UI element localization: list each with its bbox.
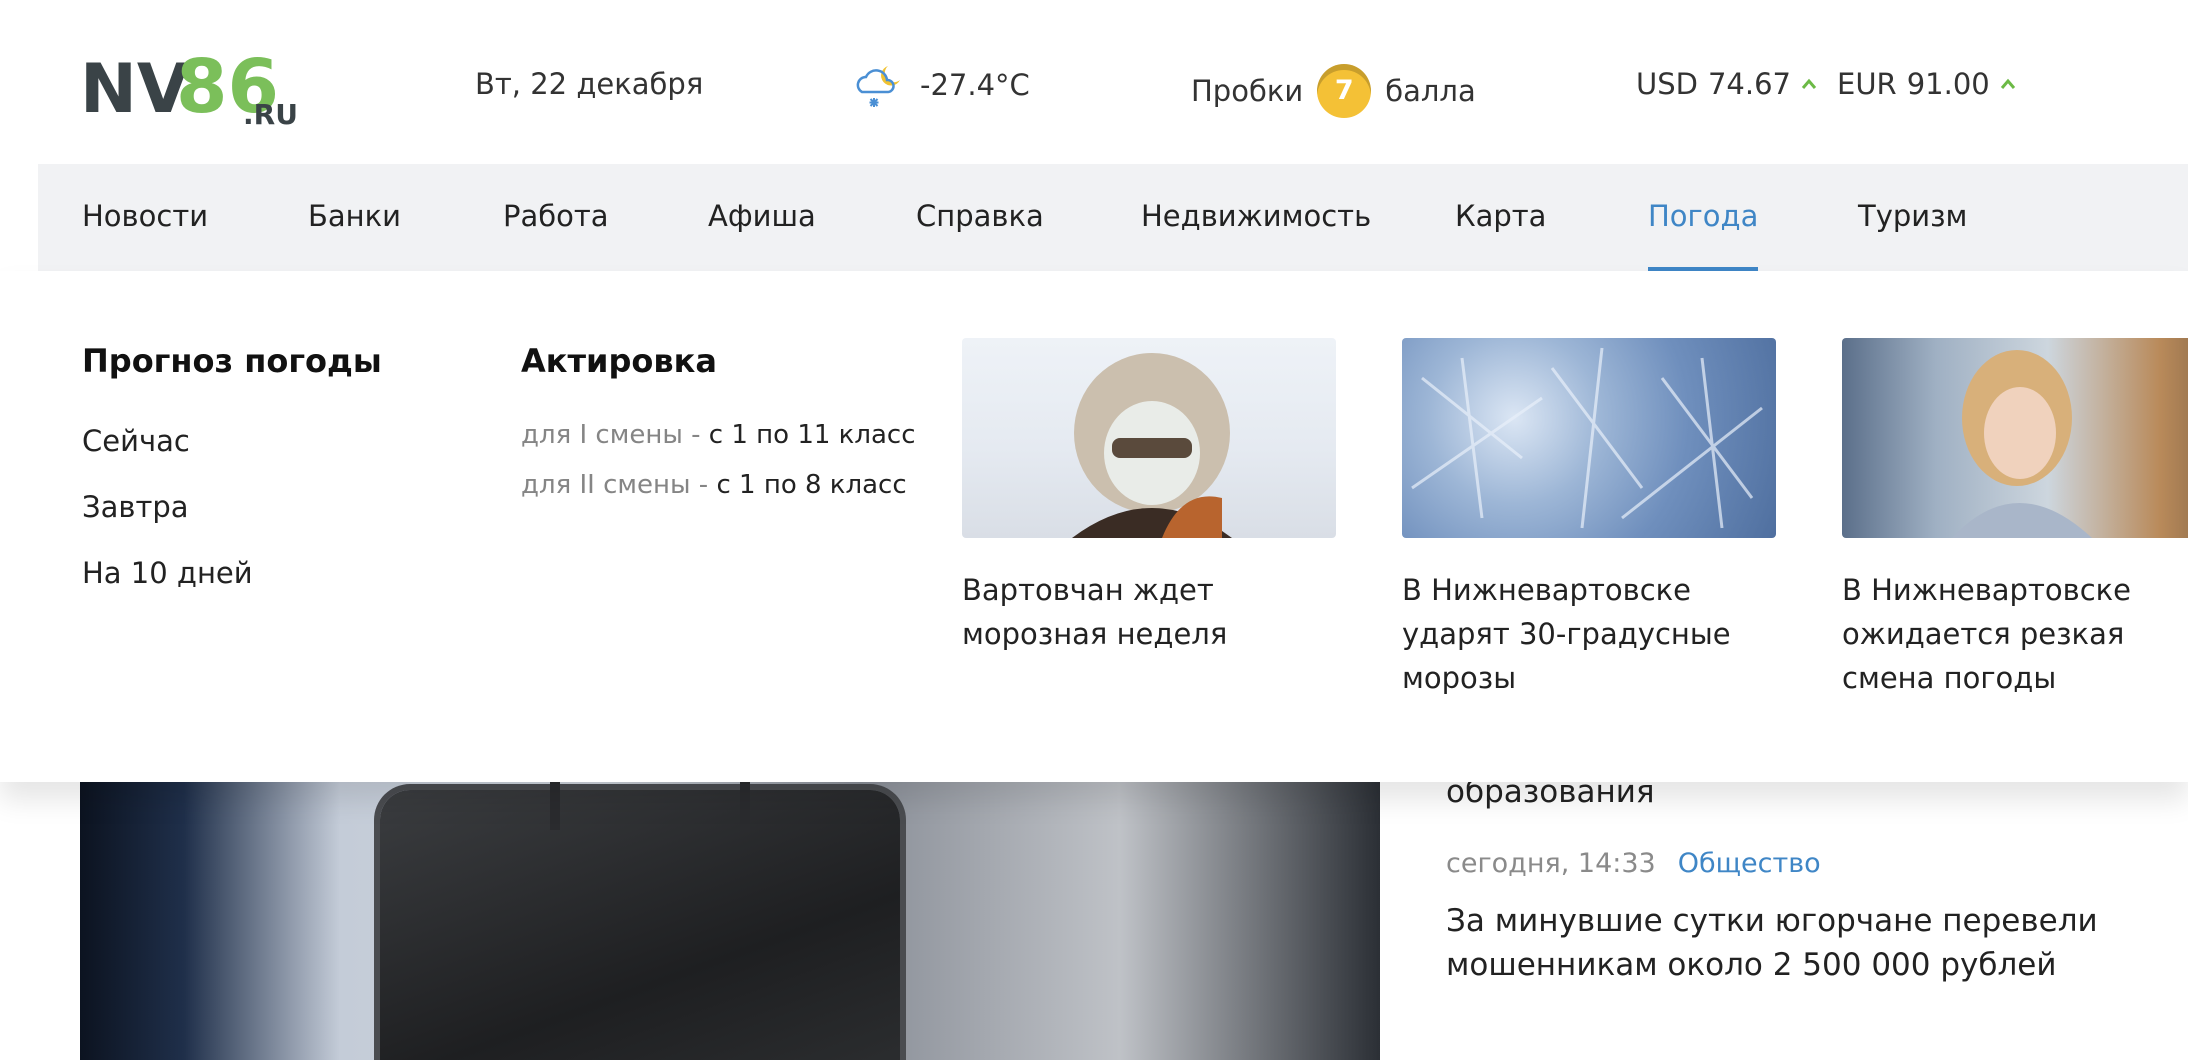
woman-headache-illustration xyxy=(1952,350,2092,538)
woman-headache-photo xyxy=(1842,338,2188,538)
forecast-link-now[interactable]: Сейчас xyxy=(82,421,462,461)
forecast-link-10-days[interactable]: На 10 дней xyxy=(82,553,462,593)
nav-item-banks[interactable]: Банки xyxy=(308,164,401,271)
nav-item-map[interactable]: Карта xyxy=(1455,164,1546,271)
featured-news-image[interactable] xyxy=(80,770,1380,1060)
aktirovka-section: Актировка для I смены - с 1 по 11 класс … xyxy=(521,341,941,517)
nav-item-tourism[interactable]: Туризм xyxy=(1858,164,1967,271)
weather-news-card[interactable]: Вартовчан ждет морозная неделя xyxy=(962,338,1336,656)
nav-item-news[interactable]: Новости xyxy=(82,164,208,271)
forecast-section: Прогноз погоды Сейчас Завтра На 10 дней xyxy=(82,341,462,619)
logo-nv: NV xyxy=(80,50,190,129)
trend-up-icon xyxy=(1801,78,1817,89)
cloud-snow-moon-icon xyxy=(856,66,900,107)
forecast-heading[interactable]: Прогноз погоды xyxy=(82,341,462,381)
traffic-unit: балла xyxy=(1385,74,1476,108)
aktirovka-row-shift-1: для I смены - с 1 по 11 класс xyxy=(521,417,941,453)
nav-item-realty[interactable]: Недвижимость xyxy=(1141,164,1371,271)
currency-usd-code: USD xyxy=(1636,67,1698,101)
trend-up-icon xyxy=(2000,78,2015,89)
main-nav: Новости Банки Работа Афиша Справка Недви… xyxy=(38,164,2188,271)
frost-pattern-photo xyxy=(1402,338,1776,538)
frost-pattern-illustration xyxy=(1411,347,1763,529)
card-title: В Нижневартовске ударят 30-градусные мор… xyxy=(1402,573,1731,695)
news-item-meta: сегодня, 14:33 Общество xyxy=(1446,848,2146,879)
nav-item-afisha[interactable]: Афиша xyxy=(708,164,816,271)
aktirovka-row-shift-2: для II смены - с 1 по 8 класс xyxy=(521,467,941,503)
weather-dropdown-menu: Прогноз погоды Сейчас Завтра На 10 дней … xyxy=(0,271,2188,782)
traffic-widget[interactable]: Пробки 7 балла xyxy=(1191,64,1476,118)
site-header: NV 86 .RU Вт, 22 декабря -27.4°C Пробки … xyxy=(0,0,2188,163)
weather-widget[interactable]: -27.4°C xyxy=(852,62,1030,108)
aktirovka-shift-label: для II смены - xyxy=(521,470,717,500)
card-title: В Нижневартовске ожидается резкая смена … xyxy=(1842,573,2131,695)
weather-news-card[interactable]: В Нижневартовске ожидается резкая смена … xyxy=(1842,338,2188,700)
news-time: сегодня, 14:33 xyxy=(1446,848,1656,879)
weather-temperature: -27.4°C xyxy=(920,68,1030,102)
briefcase-photo xyxy=(380,790,900,1060)
site-logo[interactable]: NV 86 .RU xyxy=(80,44,310,130)
frozen-person-illustration xyxy=(1072,353,1232,538)
card-title: Вартовчан ждет морозная неделя xyxy=(962,573,1228,651)
currency-usd: USD 74.67 xyxy=(1636,64,1817,104)
currency-eur-code: EUR xyxy=(1837,67,1897,101)
weather-news-card[interactable]: В Нижневартовске ударят 30-градусные мор… xyxy=(1402,338,1776,700)
traffic-label: Пробки xyxy=(1191,74,1304,108)
currency-eur-value: 91.00 xyxy=(1906,67,1990,101)
nav-item-directory[interactable]: Справка xyxy=(916,164,1044,271)
news-item-title[interactable]: За минувшие сутки югорчане перевели моше… xyxy=(1446,899,2146,987)
logo-ru: .RU xyxy=(243,98,298,130)
traffic-score-badge: 7 xyxy=(1317,64,1372,118)
news-category-link[interactable]: Общество xyxy=(1678,848,1821,879)
news-list: образования сегодня, 14:33 Общество За м… xyxy=(1446,770,2146,987)
currency-eur: EUR 91.00 xyxy=(1837,64,2016,104)
aktirovka-heading[interactable]: Актировка xyxy=(521,341,941,381)
frozen-person-photo xyxy=(962,338,1336,538)
nav-item-weather[interactable]: Погода xyxy=(1648,164,1759,271)
aktirovka-shift-value: с 1 по 8 класс xyxy=(716,470,907,500)
aktirovka-shift-value: с 1 по 11 класс xyxy=(708,420,916,450)
current-date: Вт, 22 декабря xyxy=(475,67,704,101)
forecast-link-tomorrow[interactable]: Завтра xyxy=(82,487,462,527)
currency-usd-value: 74.67 xyxy=(1707,67,1791,101)
aktirovka-shift-label: для I смены - xyxy=(521,420,709,450)
nav-item-jobs[interactable]: Работа xyxy=(503,164,609,271)
